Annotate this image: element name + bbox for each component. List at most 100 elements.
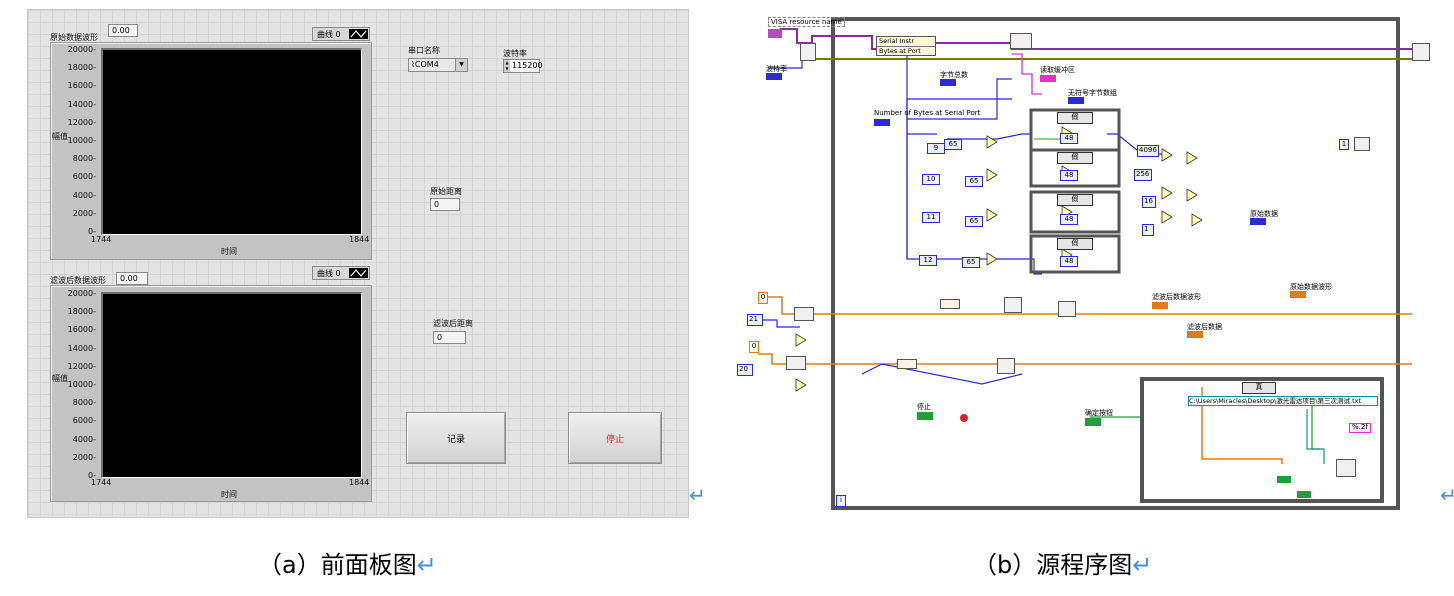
file-path-constant[interactable]: C:\Users\Miracles\Desktop\激光雷达项目\第三次测试.t… [1188, 396, 1378, 406]
shift-register-node[interactable] [897, 359, 917, 369]
baud-rate-field[interactable]: ▲ ▼ 115200 [503, 59, 543, 73]
build-array-node[interactable] [997, 358, 1015, 374]
confirm-button-terminal [1085, 418, 1101, 426]
index-const-10[interactable]: 10 [922, 174, 940, 185]
y-tick-label: 8000- [72, 398, 96, 408]
graph2-xlabel: 时间 [221, 490, 237, 499]
y-tick-label: 4000- [72, 434, 96, 444]
graph1-ylabel: 幅值 [52, 132, 68, 141]
stop-terminal [917, 412, 933, 420]
plot-line-icon [349, 268, 368, 278]
return-arrow-icon: ↵ [416, 551, 437, 579]
record-button[interactable]: 记录 [406, 412, 506, 464]
y-tick-label: 12000- [67, 361, 96, 371]
property-class: Serial Instr [877, 37, 935, 47]
multiplier-4096[interactable]: 4096 [1137, 145, 1159, 157]
y-tick-label: 14000- [67, 99, 96, 109]
const-48[interactable]: 48 [1060, 214, 1078, 225]
case-selector-false[interactable]: 假 [1057, 112, 1093, 124]
raw-distance-value: 0 [430, 198, 460, 211]
case-selector-false[interactable]: 假 [1057, 238, 1093, 250]
format-string-constant[interactable]: %.2f [1349, 423, 1371, 433]
const-65[interactable]: 65 [965, 216, 983, 227]
visa-read-node[interactable] [1010, 33, 1032, 49]
block-diagram: VISA resource name 波特率 Serial Instr Byte… [722, 9, 1454, 516]
write-spreadsheet-node[interactable] [1336, 459, 1356, 477]
index-const-11[interactable]: 11 [922, 212, 940, 223]
unsigned-array-terminal [1068, 97, 1084, 104]
visa-configure-node[interactable] [800, 43, 816, 61]
y-tick-label: 2000- [72, 452, 96, 462]
wait-timer-icon[interactable] [1354, 137, 1370, 151]
front-panel: 原始数据波形 0.00 曲线 0 20000- 18000- 16000- 14000… [27, 9, 689, 518]
serial-port-label: 串口名称 [408, 46, 440, 55]
wires [758, 17, 1412, 510]
y-tick-label: 20000- [67, 289, 96, 298]
y-tick-label: 6000- [72, 416, 96, 426]
graph2-xmax: 1844 [349, 478, 370, 487]
shift-register-node[interactable] [940, 299, 960, 309]
const-0[interactable]: 0 [758, 292, 768, 304]
filtered-wave-label: 滤波后数据波形 [1152, 293, 1201, 301]
bool-constant[interactable] [1277, 476, 1291, 483]
const-20[interactable]: 20 [737, 364, 753, 376]
graph1-legend-label: 曲线 0 [317, 30, 341, 39]
serial-port-select[interactable]: ⌇COM4 ▼ [408, 58, 468, 72]
const-65[interactable]: 65 [944, 139, 962, 150]
baud-terminal-icon [766, 73, 782, 80]
filtered-distance-label: 滤波后距离 [433, 319, 473, 328]
filter-express-node[interactable] [1058, 301, 1076, 317]
graph1-xmax: 1844 [349, 235, 370, 244]
graph1-xlabel: 时间 [221, 247, 237, 256]
caption-b: （b）源程序图↵ [973, 545, 1152, 580]
baud-rate-label: 波特率 [503, 49, 527, 58]
visa-resource-label: VISA resource name [768, 17, 845, 27]
case-selector-true[interactable]: 真 [1242, 382, 1276, 394]
array-subset-node[interactable] [794, 307, 814, 321]
const-21[interactable]: 21 [747, 314, 763, 326]
caption-b-text: （b）源程序图 [973, 551, 1133, 579]
const-1[interactable]: 1 [1339, 139, 1349, 150]
increment-decrement-icon[interactable]: ▲ ▼ [504, 60, 510, 72]
stop-button[interactable]: 停止 [568, 412, 662, 464]
visa-close-node[interactable] [1412, 43, 1430, 61]
multiplier-1[interactable]: 1 [1142, 224, 1154, 236]
const-0[interactable]: 0 [749, 341, 759, 353]
graph2-ylabel: 幅值 [52, 374, 68, 383]
y-tick-label: 16000- [67, 325, 96, 335]
const-48[interactable]: 48 [1060, 133, 1078, 144]
const-48[interactable]: 48 [1060, 170, 1078, 181]
build-array-node[interactable] [1004, 297, 1022, 313]
y-tick-label: 18000- [67, 63, 96, 73]
byte-count-terminal [940, 79, 956, 86]
graph1-legend[interactable]: 曲线 0 [312, 27, 370, 41]
case-selector-false[interactable]: 假 [1057, 152, 1093, 164]
read-buffer-terminal [1040, 75, 1056, 82]
property-node[interactable]: Serial Instr Bytes at Port [876, 36, 936, 56]
return-arrow-icon: ↵ [1132, 551, 1153, 579]
graph2-legend[interactable]: 曲线 0 [312, 266, 370, 280]
bool-constant[interactable] [1297, 491, 1311, 498]
y-tick-label: 18000- [67, 307, 96, 317]
plot-line-icon [349, 29, 368, 39]
graph1-xmin: 1744 [91, 235, 112, 244]
index-const-9[interactable]: 9 [927, 143, 945, 154]
graph2-legend-label: 曲线 0 [317, 269, 341, 278]
array-subset-node[interactable] [786, 356, 806, 370]
graph2-value: 0.00 [116, 272, 148, 285]
filtered-wave-terminal [1152, 302, 1168, 309]
const-48[interactable]: 48 [1060, 256, 1078, 267]
graph2-plot-area[interactable] [101, 292, 362, 478]
caption-a-text: （a）前面板图 [258, 551, 417, 579]
multiplier-256[interactable]: 256 [1134, 169, 1152, 181]
const-65[interactable]: 65 [965, 176, 983, 187]
y-tick-label: 6000- [72, 172, 96, 182]
graph1-plot-area[interactable] [101, 48, 362, 235]
multiplier-16[interactable]: 16 [1142, 196, 1156, 208]
y-tick-label: 0- [88, 227, 96, 236]
case-selector-false[interactable]: 假 [1057, 194, 1093, 206]
chevron-down-icon[interactable]: ▼ [455, 59, 467, 71]
visa-terminal-icon [768, 29, 782, 38]
const-65[interactable]: 65 [962, 257, 980, 268]
index-const-12[interactable]: 12 [919, 255, 937, 266]
